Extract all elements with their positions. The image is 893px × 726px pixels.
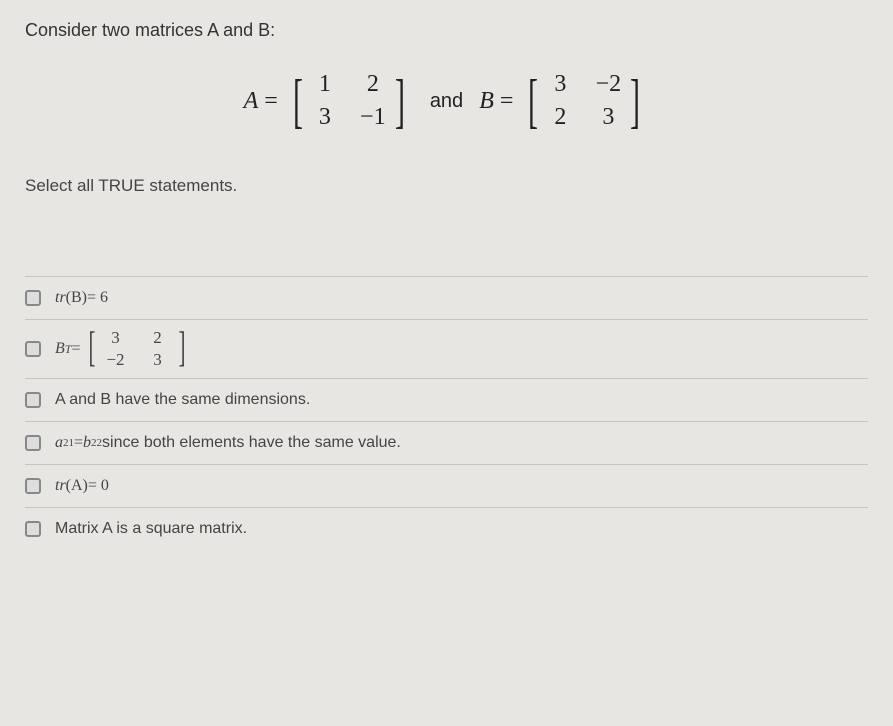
matrix-a-label: A: [244, 88, 259, 115]
matrix-a: [ 1 2 3 −1 ]: [288, 71, 410, 131]
option-6-label: Matrix A is a square matrix.: [55, 520, 247, 538]
bracket-left-icon: [: [293, 74, 303, 128]
b-var: B: [55, 340, 65, 358]
matrix-b-cell-22: 3: [595, 104, 621, 131]
checkbox-icon[interactable]: [25, 478, 41, 494]
option-4[interactable]: a21 = b22 since both elements have the s…: [25, 421, 868, 464]
matrix-a-cell-11: 1: [312, 71, 338, 98]
bracket-left-icon: [: [88, 330, 95, 368]
bt-cell-21: −2: [103, 350, 129, 370]
matrix-a-cell-21: 3: [312, 104, 338, 131]
bracket-left-icon: [: [528, 74, 538, 128]
matrix-b-cell-11: 3: [547, 71, 573, 98]
a-sub: 21: [63, 437, 74, 449]
transpose-sup: T: [65, 342, 72, 357]
tr-arg: (A): [66, 477, 88, 495]
checkbox-icon[interactable]: [25, 392, 41, 408]
eq-sign: =: [71, 340, 80, 358]
matrix-a-cell-12: 2: [360, 71, 386, 98]
option-2[interactable]: BT = [ 3 2 −2 3 ]: [25, 319, 868, 378]
matrix-b-label: B: [479, 88, 494, 115]
option-6[interactable]: Matrix A is a square matrix.: [25, 507, 868, 550]
equals-sign-b: =: [500, 88, 514, 115]
option-2-label: BT = [ 3 2 −2 3 ]: [55, 328, 193, 370]
bt-matrix: [ 3 2 −2 3 ]: [85, 328, 189, 370]
option-1-label: tr(B) = 6: [55, 289, 108, 307]
question-prompt: Consider two matrices A and B:: [25, 20, 868, 41]
bracket-right-icon: ]: [395, 74, 405, 128]
checkbox-icon[interactable]: [25, 521, 41, 537]
matrix-b-cell-12: −2: [595, 71, 621, 98]
option-3-label: A and B have the same dimensions.: [55, 391, 310, 409]
option-4-label: a21 = b22 since both elements have the s…: [55, 434, 401, 452]
instruction-text: Select all TRUE statements.: [25, 176, 868, 196]
a-var: a: [55, 434, 63, 452]
and-text: and: [430, 90, 463, 113]
option-1[interactable]: tr(B) = 6: [25, 276, 868, 319]
rest-text: since both elements have the same value.: [102, 434, 401, 452]
bt-cell-11: 3: [103, 328, 129, 348]
checkbox-icon[interactable]: [25, 435, 41, 451]
matrix-b-cell-21: 2: [547, 104, 573, 131]
b-sub: 22: [91, 437, 102, 449]
tr-arg: (B): [66, 289, 87, 307]
option-3[interactable]: A and B have the same dimensions.: [25, 378, 868, 421]
tr-value: = 0: [88, 477, 109, 495]
eq-sign: =: [74, 434, 83, 452]
b-var: b: [83, 434, 91, 452]
checkbox-icon[interactable]: [25, 290, 41, 306]
tr-label: tr: [55, 289, 66, 307]
option-5[interactable]: tr(A) = 0: [25, 464, 868, 507]
matrix-a-cell-22: −1: [360, 104, 386, 131]
checkbox-icon[interactable]: [25, 341, 41, 357]
bt-cell-12: 2: [145, 328, 171, 348]
matrix-equation: A = [ 1 2 3 −1 ] and B = [ 3 −2 2 3 ]: [25, 71, 868, 131]
bracket-right-icon: ]: [178, 330, 185, 368]
option-5-label: tr(A) = 0: [55, 477, 109, 495]
tr-value: = 6: [87, 289, 108, 307]
tr-label: tr: [55, 477, 66, 495]
bracket-right-icon: ]: [630, 74, 640, 128]
bt-cell-22: 3: [145, 350, 171, 370]
equals-sign: =: [264, 88, 278, 115]
matrix-b: [ 3 −2 2 3 ]: [523, 71, 645, 131]
